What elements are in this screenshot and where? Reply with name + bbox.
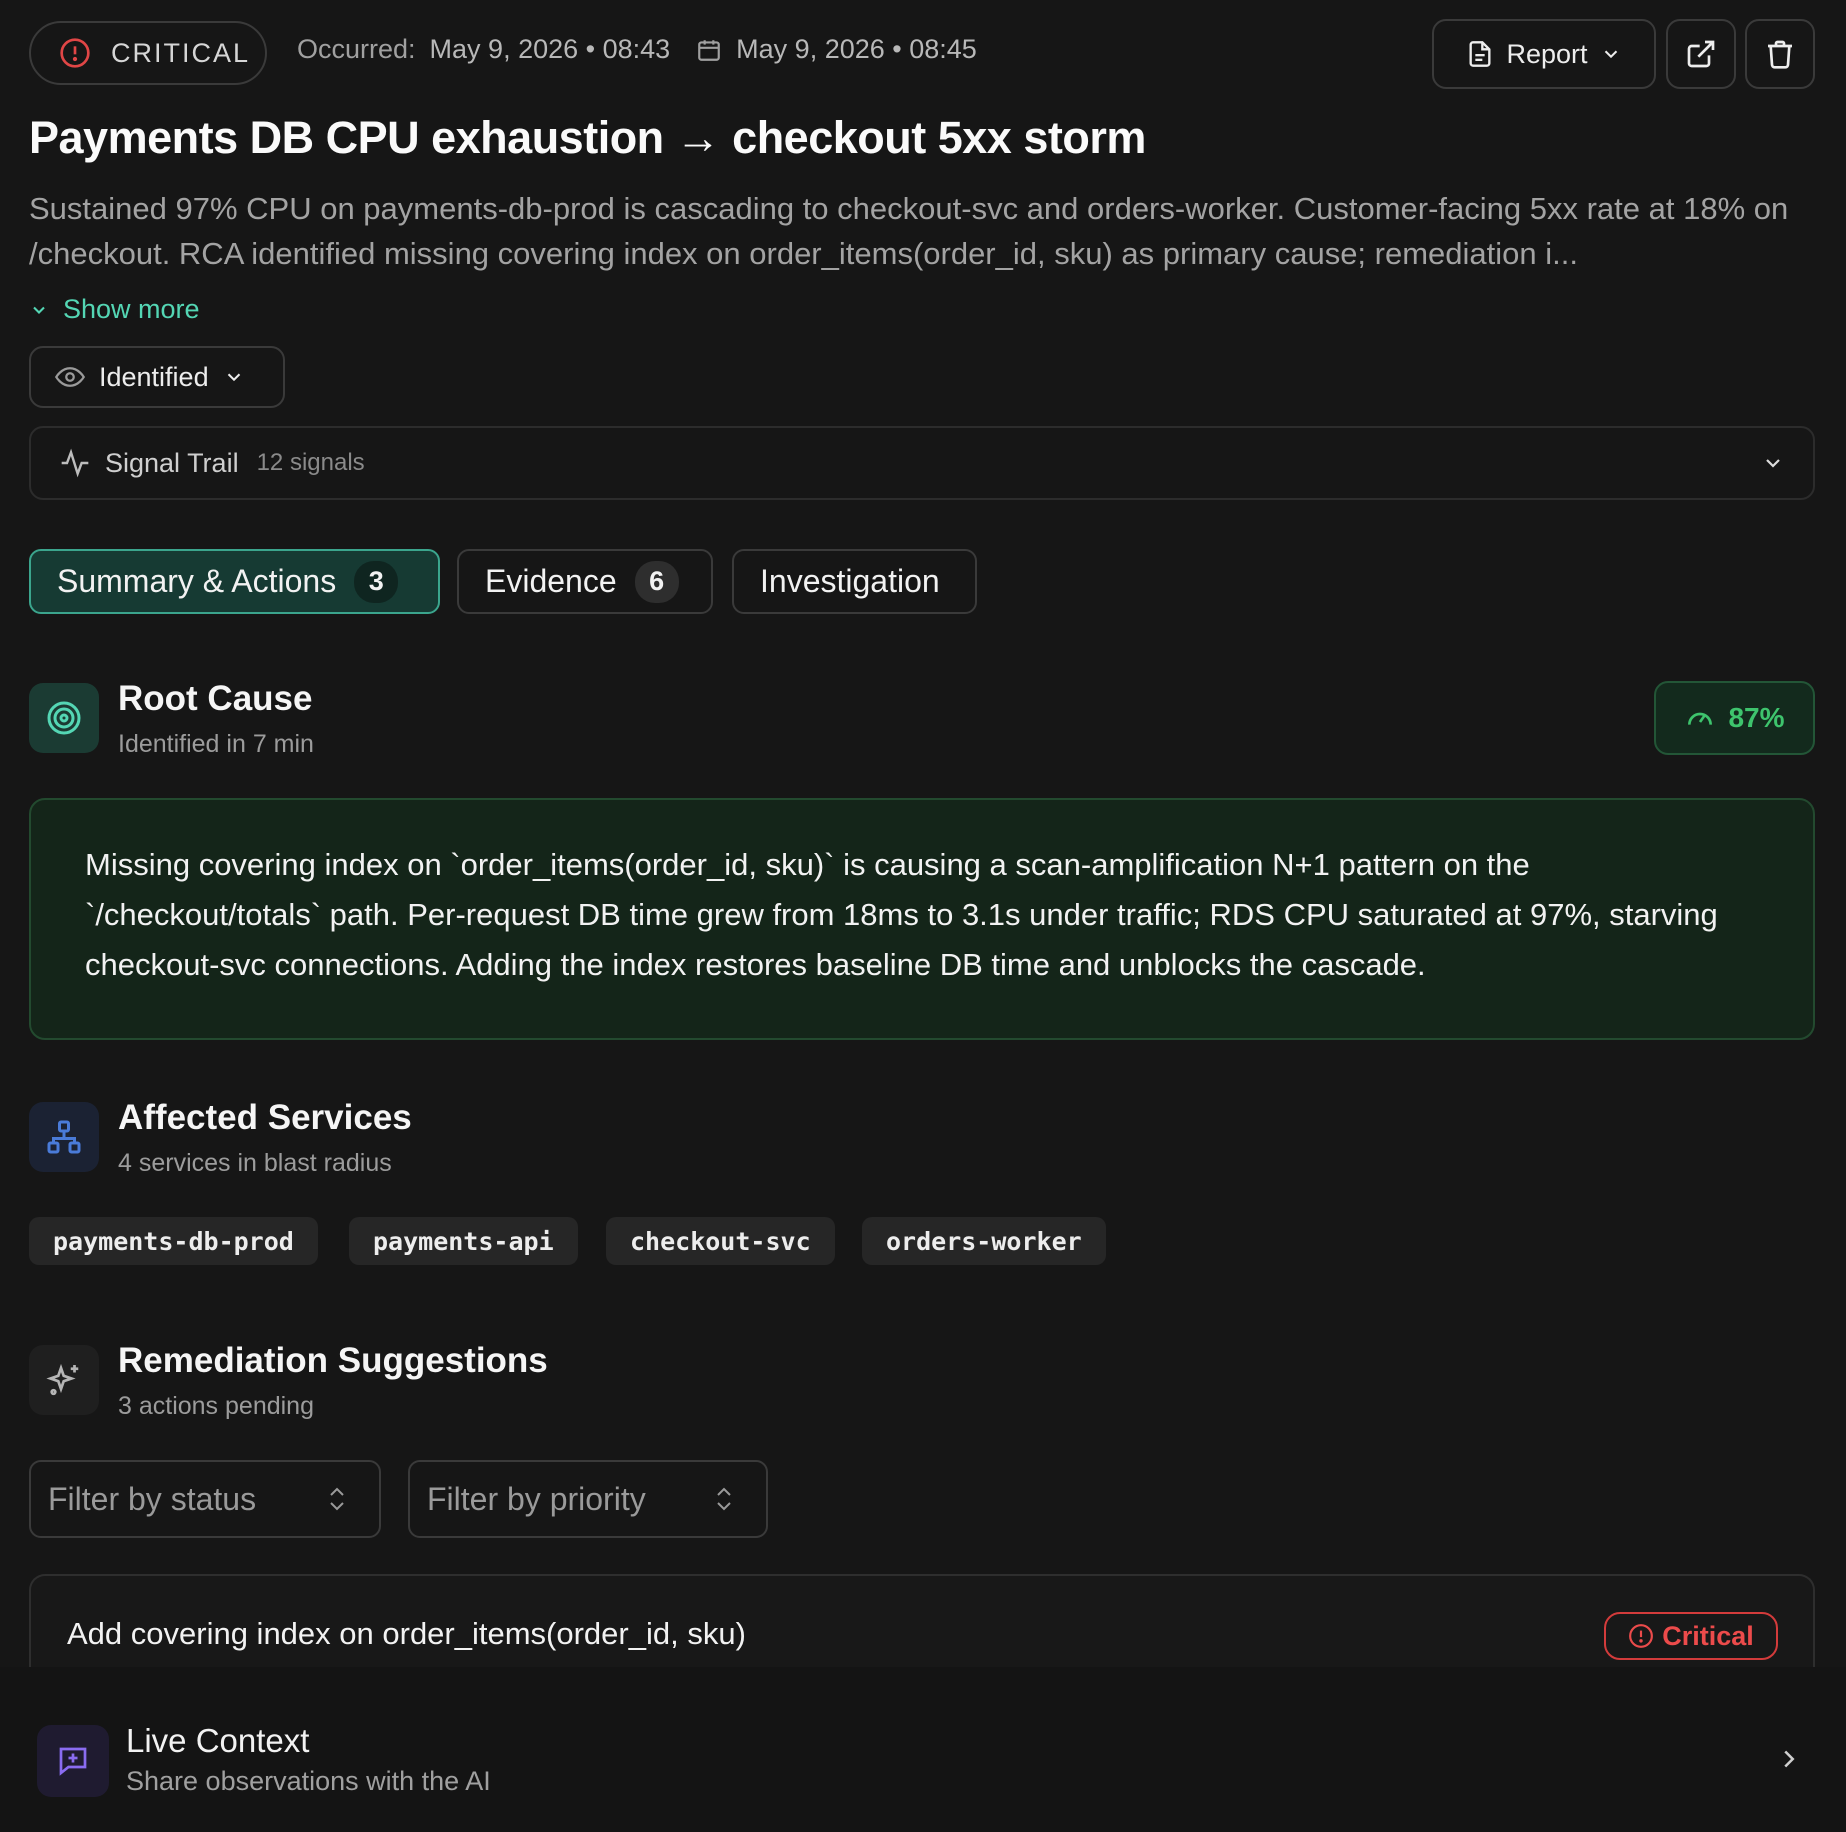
chevron-down-icon [1761,451,1785,475]
priority-label: Critical [1662,1620,1754,1651]
target-icon [46,700,82,736]
occurred-label: Occurred: [297,34,416,64]
gauge-icon [1684,702,1716,734]
live-context-subtitle: Share observations with the AI [126,1766,491,1796]
confidence-value: 87% [1728,702,1785,733]
affected-services-title: Affected Services [118,1098,412,1137]
live-context-icon-box [37,1725,109,1797]
tab-label: Investigation [760,563,940,599]
status-dropdown[interactable]: Identified [29,346,285,408]
confidence-badge: 87% [1654,681,1815,755]
priority-badge: Critical [1604,1612,1778,1660]
sparkles-icon [46,1362,82,1398]
root-cause-title: Root Cause [118,679,313,718]
external-link-icon [1685,38,1717,70]
signal-trail-panel[interactable]: Signal Trail 12 signals [29,426,1815,500]
signal-trail-label: Signal Trail [105,447,239,478]
status-value: Identified [99,361,209,392]
affected-services-subtitle: 4 services in blast radius [118,1149,392,1177]
report-label: Report [1506,38,1588,69]
incident-description: Sustained 97% CPU on payments-db-prod is… [29,191,1789,271]
updated-at: May 9, 2026 • 08:45 [736,34,977,64]
service-chip[interactable]: payments-api [349,1217,578,1265]
document-icon [1466,40,1494,68]
service-chip[interactable]: payments-db-prod [29,1217,318,1265]
delete-button[interactable] [1745,19,1815,89]
chevron-right-icon[interactable] [1774,1744,1804,1774]
incident-title: Payments DB CPU exhaustion → checkout 5x… [29,112,1146,163]
root-cause-subtitle: Identified in 7 min [118,730,314,758]
live-context-title: Live Context [126,1722,310,1759]
chevrons-up-down-icon [325,1484,349,1514]
alert-circle-icon [1628,1623,1654,1649]
tab-badge: 3 [354,560,399,603]
alert-circle-icon [59,37,91,69]
open-external-button[interactable] [1666,19,1736,89]
tab-summary-actions[interactable]: Summary & Actions 3 [29,549,440,614]
tab-evidence[interactable]: Evidence 6 [457,549,713,614]
calendar-icon [696,37,722,63]
tab-investigation[interactable]: Investigation [732,549,977,614]
severity-label: CRITICAL [111,37,251,68]
service-chip[interactable]: orders-worker [862,1217,1106,1265]
eye-icon [55,362,85,392]
filter-priority-select[interactable]: Filter by priority [408,1460,768,1538]
root-cause-icon-box [29,683,99,753]
tab-badge: 6 [634,560,679,603]
trash-icon [1764,38,1796,70]
occurred-at: May 9, 2026 • 08:43 [429,34,671,64]
filter-status-select[interactable]: Filter by status [29,1460,381,1538]
filter-status-placeholder: Filter by status [48,1480,257,1517]
incident-timestamps: Occurred: May 9, 2026 • 08:43 May 9, 202… [297,34,977,65]
chevron-down-icon [29,300,49,320]
chevron-down-icon [223,366,245,388]
activity-icon [59,447,91,479]
severity-badge: CRITICAL [29,21,267,85]
chevron-down-icon [1600,43,1622,65]
remediation-subtitle: 3 actions pending [118,1392,314,1420]
action-title: Add covering index on order_items(order_… [67,1616,746,1651]
tab-label: Evidence [485,563,617,599]
filter-priority-placeholder: Filter by priority [427,1480,646,1517]
remediation-title: Remediation Suggestions [118,1341,548,1380]
signal-trail-count: 12 signals [256,449,365,476]
affected-icon-box [29,1102,99,1172]
message-plus-icon [55,1743,91,1779]
remediation-icon-box [29,1345,99,1415]
report-button[interactable]: Report [1432,19,1656,89]
root-cause-text: Missing covering index on `order_items(o… [29,798,1815,1040]
show-more-toggle[interactable]: Show more [29,294,200,325]
service-chip[interactable]: checkout-svc [606,1217,835,1265]
tab-label: Summary & Actions [57,563,337,599]
show-more-label: Show more [63,294,200,324]
network-icon [46,1119,82,1155]
chevrons-up-down-icon [712,1484,736,1514]
